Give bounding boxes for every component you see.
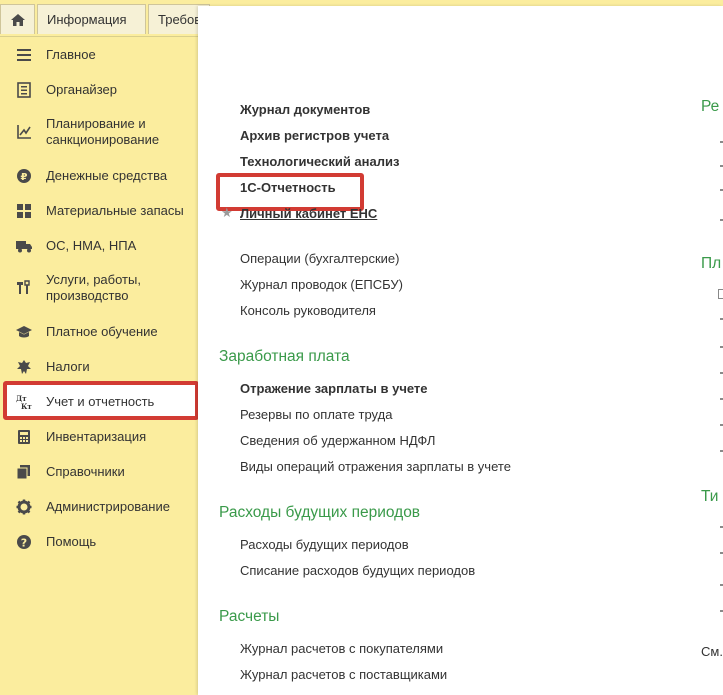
sidebar-item-label: Администрирование [46, 499, 170, 514]
sidebar-item-materials[interactable]: Материальные запасы [0, 201, 198, 221]
section-title-right-2: Пл [701, 255, 722, 272]
link-salary-operation-types[interactable]: Виды операций отражения зарплаты в учете [240, 459, 511, 474]
sidebar-item-money[interactable]: ₽ Денежные средства [0, 166, 198, 186]
see-also-link[interactable]: См. [701, 644, 723, 659]
organizer-icon [14, 80, 34, 100]
sidebar-item-label: Денежные средства [46, 168, 168, 183]
sidebar-item-label: Помощь [46, 534, 97, 549]
sidebar-item-label: Налоги [46, 359, 90, 374]
svg-text:?: ? [21, 537, 27, 550]
link-entries-journal[interactable]: Журнал проводок (ЕПСБУ) [240, 277, 403, 292]
grid-blocks-icon [14, 201, 34, 221]
graduation-cap-icon [14, 322, 34, 342]
menu-lines-icon [14, 45, 34, 65]
link-registers-archive[interactable]: Архив регистров учета [240, 128, 389, 143]
link-future-expenses-writeoff[interactable]: Списание расходов будущих периодов [240, 563, 475, 578]
emblem-icon [14, 357, 34, 377]
sidebar-item-assets[interactable]: ОС, НМА, НПА [0, 236, 198, 256]
link-labor-reserves[interactable]: Резервы по оплате труда [240, 407, 392, 422]
tab-home[interactable] [0, 4, 35, 34]
sidebar-item-label: Платное обучение [46, 324, 158, 339]
question-icon: ? [14, 532, 34, 552]
sidebar-item-label: ОС, НМА, НПА [46, 238, 137, 253]
sidebar-item-planning[interactable]: Планирование и санкционирование [0, 115, 198, 149]
section-title-salary: Заработная плата [219, 348, 350, 365]
link-tech-analysis[interactable]: Технологический анализ [240, 154, 399, 169]
tools-icon [14, 278, 34, 298]
link-customer-settlements[interactable]: Журнал расчетов с покупателями [240, 641, 443, 656]
home-icon [10, 13, 25, 26]
money-coin-icon: ₽ [14, 166, 34, 186]
sidebar-item-label: Материальные запасы [46, 203, 184, 218]
books-icon [14, 462, 34, 482]
sidebar-item-taxes[interactable]: Налоги [0, 357, 198, 377]
sidebar-item-label: Учет и отчетность [46, 394, 155, 409]
sidebar-item-services[interactable]: Услуги, работы, производство [0, 271, 198, 305]
planning-chart-icon [14, 122, 34, 142]
sidebar-item-label: Главное [46, 47, 96, 62]
sidebar-item-references[interactable]: Справочники [0, 462, 198, 482]
sidebar-item-label: Справочники [46, 464, 125, 479]
sidebar-item-accounting[interactable]: Дт Кт Учет и отчетность [0, 392, 198, 412]
link-ens-cabinet[interactable]: Личный кабинет ЕНС [240, 206, 377, 221]
link-ndfl-info[interactable]: Сведения об удержанном НДФЛ [240, 433, 435, 448]
link-documents-journal[interactable]: Журнал документов [240, 102, 370, 117]
sidebar-item-main[interactable]: Главное [0, 45, 198, 65]
dt-kt-icon: Дт Кт [14, 392, 34, 412]
sidebar-item-administration[interactable]: Администрирование [0, 497, 198, 517]
link-future-expenses[interactable]: Расходы будущих периодов [240, 537, 409, 552]
sidebar-item-paid-education[interactable]: Платное обучение [0, 322, 198, 342]
star-icon[interactable]: ★ [221, 205, 233, 221]
sidebar: Главное Органайзер Планирование и санкци… [0, 37, 199, 695]
section-title-settlements: Расчеты [219, 608, 280, 625]
svg-text:₽: ₽ [21, 172, 28, 183]
main-panel: Журнал документов Архив регистров учета … [198, 6, 723, 695]
sidebar-item-help[interactable]: ? Помощь [0, 532, 198, 552]
calculator-icon [14, 427, 34, 447]
section-title-right-3: Ти [701, 488, 719, 505]
svg-text:Кт: Кт [21, 402, 32, 411]
sidebar-item-label: Инвентаризация [46, 429, 147, 444]
gear-icon [14, 497, 34, 517]
sidebar-item-inventory[interactable]: Инвентаризация [0, 427, 198, 447]
link-salary-reflection[interactable]: Отражение зарплаты в учете [240, 381, 428, 396]
section-title-right-1: Ре [701, 98, 720, 115]
tab-information[interactable]: Информация [37, 4, 146, 34]
link-1c-reporting[interactable]: 1С-Отчетность [240, 180, 336, 195]
sidebar-item-label: Планирование и санкционирование [46, 116, 160, 147]
sidebar-item-label: Органайзер [46, 82, 117, 97]
clipped-checkbox[interactable] [718, 289, 723, 299]
sidebar-item-organizer[interactable]: Органайзер [0, 80, 198, 100]
link-supplier-settlements[interactable]: Журнал расчетов с поставщиками [240, 667, 447, 682]
sidebar-item-label: Услуги, работы, производство [46, 272, 141, 303]
link-operations[interactable]: Операции (бухгалтерские) [240, 251, 399, 266]
truck-icon [14, 236, 34, 256]
link-manager-console[interactable]: Консоль руководителя [240, 303, 376, 318]
section-title-future-expenses: Расходы будущих периодов [219, 504, 421, 521]
